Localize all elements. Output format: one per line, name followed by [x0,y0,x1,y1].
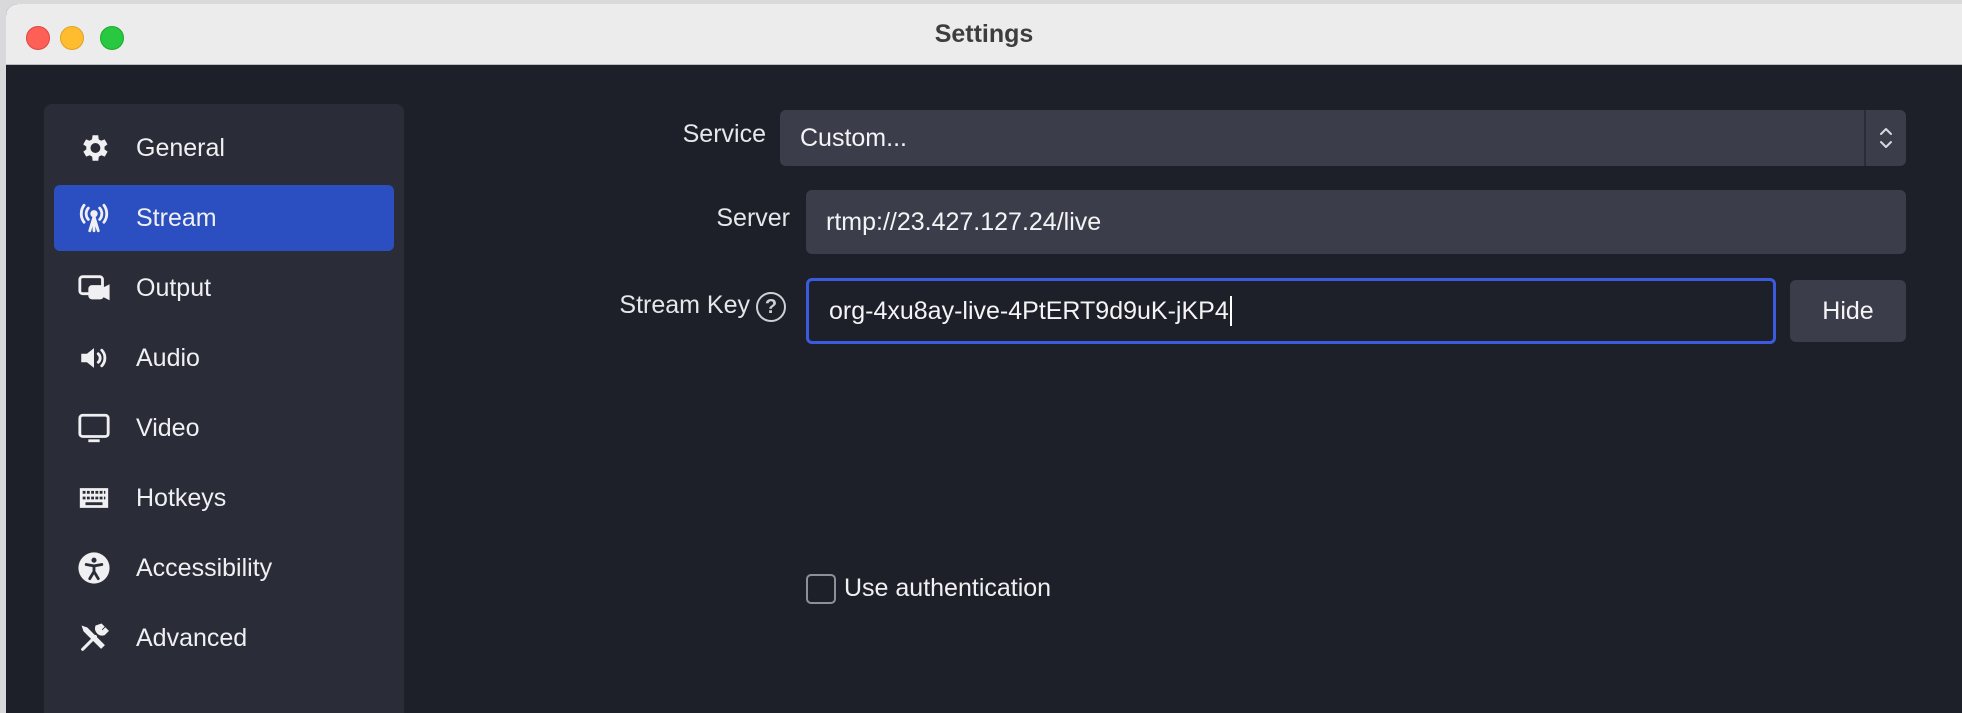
select-divider [1864,110,1866,166]
service-value: Custom... [800,123,907,152]
stream-key-value: org-4xu8ay-live-4PtERT9d9uK-jKP4 [829,296,1229,325]
sidebar-item-label: Accessibility [136,553,273,582]
sidebar-item-output[interactable]: Output [54,255,394,321]
window-title: Settings [934,20,1034,48]
chevron-updown-icon [1880,128,1892,148]
sidebar-item-label: Audio [136,343,200,372]
sidebar-item-label: General [136,133,225,162]
tools-icon [74,618,114,658]
server-label: Server [716,204,790,232]
speaker-icon [74,338,114,378]
sidebar-item-label: Output [136,273,212,302]
monitor-icon [74,408,114,448]
sidebar-item-label: Hotkeys [136,483,227,512]
server-input[interactable]: rtmp://23.427.127.24/live [806,190,1906,254]
output-icon [74,268,114,308]
service-select[interactable]: Custom... [780,110,1906,166]
use-authentication-checkbox[interactable] [806,574,836,604]
sidebar-item-accessibility[interactable]: Accessibility [54,535,394,601]
sidebar-item-label: Stream [136,203,217,232]
sidebar-item-audio[interactable]: Audio [54,325,394,391]
gear-icon [74,128,114,168]
settings-sidebar: General Stream Output Audio Video Hotkey… [44,104,404,713]
use-authentication-label[interactable]: Use authentication [844,574,1051,603]
sidebar-item-video[interactable]: Video [54,395,394,461]
sidebar-item-label: Video [136,413,200,442]
keyboard-icon [74,478,114,518]
title-bar: Settings [6,4,1962,65]
service-label: Service [682,120,766,148]
accessibility-icon [74,548,114,588]
hide-button[interactable]: Hide [1790,280,1906,342]
server-value: rtmp://23.427.127.24/live [826,207,1102,236]
antenna-icon [74,198,114,238]
help-icon[interactable]: ? [756,292,786,322]
sidebar-item-general[interactable]: General [54,115,394,181]
stream-key-label: Stream Key [619,291,750,319]
sidebar-item-advanced[interactable]: Advanced [54,605,394,671]
sidebar-item-stream[interactable]: Stream [54,185,394,251]
sidebar-item-hotkeys[interactable]: Hotkeys [54,465,394,531]
settings-window: Settings General Stream Output Audio Vid… [6,4,1962,713]
text-cursor [1229,296,1232,326]
sidebar-item-label: Advanced [136,623,248,652]
stream-key-input[interactable]: org-4xu8ay-live-4PtERT9d9uK-jKP4 [806,278,1776,344]
